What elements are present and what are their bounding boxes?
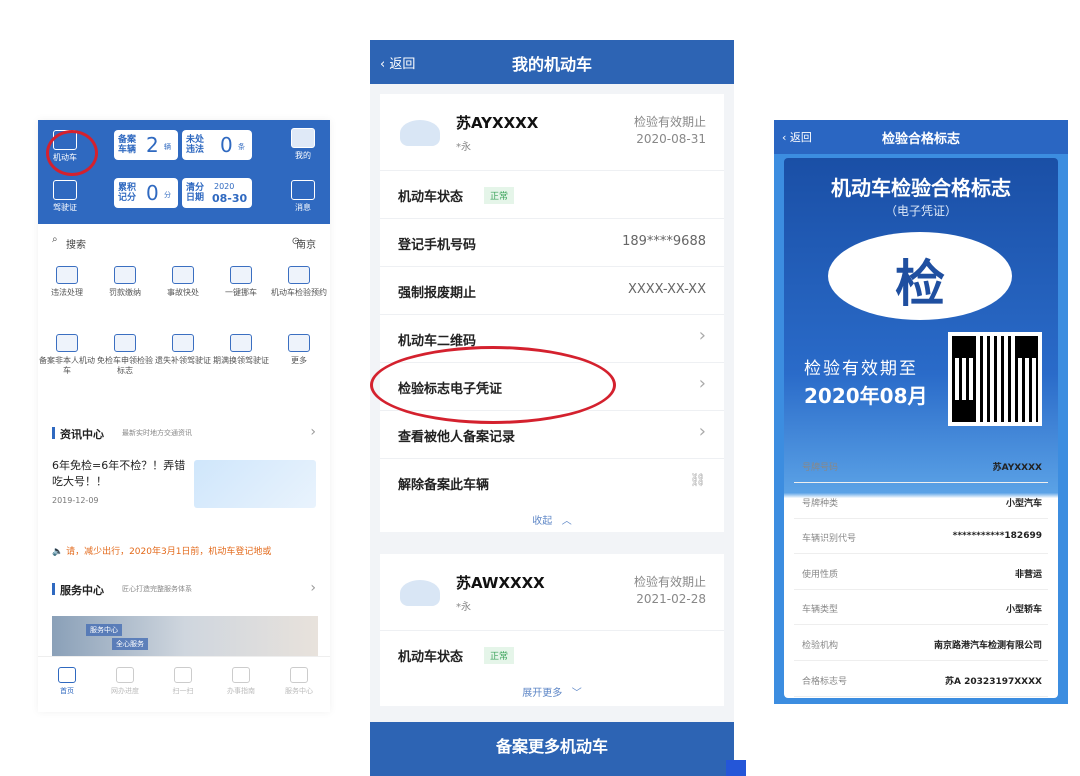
stat-violations[interactable]: 未处 违法 0 条 (182, 130, 252, 160)
grid-item-9[interactable]: 期满换领驾驶证 (212, 334, 270, 366)
grid-item-8[interactable]: 遗失补领驾驶证 (154, 334, 212, 366)
expand-button[interactable]: 展开更多 ﹀ (380, 684, 724, 699)
service-icon (114, 266, 136, 284)
service-icon (56, 266, 78, 284)
row-phone: 登记手机号码 189****9688 (380, 218, 724, 266)
service-icon (172, 334, 194, 352)
certificate-screen: ‹ 返回 检验合格标志 机动车检验合格标志 （电子凭证） 检 检验有效期至 20… (774, 120, 1068, 704)
license-tile[interactable]: 驾驶证 (50, 180, 80, 213)
row-remove-vehicle[interactable]: 解除备案此车辆 ⛓ (380, 458, 724, 506)
info-row: 使用性质 非营运 (794, 555, 1048, 590)
search-icon: ⌕ (52, 234, 58, 245)
valid-until: 检验有效期止 2020-08-31 (633, 115, 706, 146)
grid-item-3[interactable]: 事故快处 (154, 266, 212, 298)
news-headline[interactable]: 6年免检=6年不检？！弄错吃大号！！ (52, 458, 192, 490)
info-row: 车辆类型 小型轿车 (794, 590, 1048, 626)
stat-filed-vehicles[interactable]: 备案 车辆 2 辆 (114, 130, 178, 160)
stat-clear-date[interactable]: 清分 日期 2020 08-30 (182, 178, 252, 208)
service-icon (230, 334, 252, 352)
nav-bar: ‹ 返回 我的机动车 (370, 40, 734, 84)
add-vehicle-button[interactable]: 备案更多机动车 (370, 722, 734, 776)
page-title: 检验合格标志 (881, 132, 960, 147)
tab-bar: 首页 网办进度 扫一扫 办事指南 服务中心 (38, 656, 330, 712)
info-row: 号牌种类 小型汽车 (794, 484, 1048, 519)
info-row: 合格标志号 苏A 20323197XXXX (794, 662, 1048, 697)
tab-icon (174, 667, 192, 683)
chevron-right-icon: › (310, 580, 316, 596)
plate-number: 苏AWXXXX (456, 574, 545, 592)
row-scrap-date: 强制报废期止 XXXX-XX-XX (380, 266, 724, 314)
collapse-button[interactable]: 收起 ︿ (380, 512, 724, 527)
home-header: 机动车 驾驶证 我的 消息 备案 车辆 2 辆 未处 违法 0 条 累积 记分 0 分 (38, 120, 330, 224)
page-title: 我的机动车 (511, 55, 592, 74)
inspection-certificate: 机动车检验合格标志 （电子凭证） 检 检验有效期至 2020年08月 号牌号码苏… (784, 158, 1058, 698)
chevron-right-icon: › (698, 373, 706, 394)
tab-icon (290, 667, 308, 683)
grid-item-4[interactable]: 一键挪车 (212, 266, 270, 298)
news-image[interactable] (194, 460, 316, 508)
tab-3[interactable]: 扫一扫 (154, 667, 212, 696)
grid-item-10[interactable]: 更多 (270, 334, 328, 366)
info-row: 号牌号码 苏AYXXXX (794, 448, 1048, 483)
highlight-circle (370, 346, 616, 424)
service-icon (288, 266, 310, 284)
decorative-square (726, 760, 746, 776)
grid-item-2[interactable]: 罚款缴纳 (96, 266, 154, 298)
news-section-header[interactable]: 资讯中心 最新实时地方交通资讯 › (38, 420, 330, 446)
id-card-icon (53, 180, 77, 200)
info-row: 检验机构 南京路港汽车检测有限公司 (794, 626, 1048, 661)
mine-tile[interactable]: 我的 (290, 128, 316, 161)
service-section-header[interactable]: 服务中心 匠心打造完整服务体系 › (38, 576, 330, 602)
my-vehicles-screen: ‹ 返回 我的机动车 苏AYXXXX *永 检验有效期止 2020-08-31 … (370, 40, 734, 776)
qr-code[interactable] (948, 332, 1042, 426)
stat-points[interactable]: 累积 记分 0 分 (114, 178, 178, 208)
status-badge: 正常 (484, 647, 515, 664)
row-status: 机动车状态 正常 (380, 630, 724, 678)
inspection-emblem: 检 (828, 232, 1012, 320)
highlight-circle (46, 130, 98, 176)
home-screen: 机动车 驾驶证 我的 消息 备案 车辆 2 辆 未处 违法 0 条 累积 记分 0 分 (38, 120, 330, 712)
vehicle-card-1: 苏AYXXXX *永 检验有效期止 2020-08-31 机动车状态 正常 登记… (380, 94, 724, 532)
car-icon (400, 580, 440, 606)
chevron-down-icon: ﹀ (565, 688, 582, 699)
grid-item-1[interactable]: 违法处理 (38, 266, 96, 298)
service-icon (56, 334, 78, 352)
car-icon (400, 120, 440, 146)
chevron-right-icon: › (698, 421, 706, 442)
valid-date: 2020年08月 (804, 384, 928, 408)
tab-icon (58, 667, 76, 683)
status-badge: 正常 (484, 187, 515, 204)
tab-5[interactable]: 服务中心 (270, 667, 328, 696)
info-row: 车辆识别代号 ***********182699 (794, 519, 1048, 555)
speaker-icon: 🔈 (52, 547, 67, 557)
tab-icon (116, 667, 134, 683)
unlink-icon: ⛓ (689, 473, 706, 488)
valid-until: 检验有效期止 2021-02-28 (633, 575, 706, 606)
chevron-right-icon: › (310, 424, 316, 440)
row-status: 机动车状态 正常 (380, 170, 724, 218)
search-bar[interactable]: ⌕ 搜索 ⊙ 南京 (38, 230, 330, 256)
tab-4[interactable]: 办事指南 (212, 667, 270, 696)
tab-icon (232, 667, 250, 683)
service-icon (114, 334, 136, 352)
grid-item-7[interactable]: 免检车申领检验标志 (96, 334, 154, 376)
grid-item-5[interactable]: 机动车检验预约 (270, 266, 328, 298)
user-icon (291, 128, 315, 148)
mail-icon (291, 180, 315, 200)
grid-item-6[interactable]: 备案非本人机动车 (38, 334, 96, 376)
plate-number: 苏AYXXXX (456, 114, 539, 132)
vehicle-card-2: 苏AWXXXX *永 检验有效期止 2021-02-28 机动车状态 正常 展开… (380, 554, 724, 706)
service-icon (172, 266, 194, 284)
service-icon (288, 334, 310, 352)
nav-bar: ‹ 返回 检验合格标志 (774, 120, 1068, 154)
city-selector[interactable]: 南京 (296, 236, 316, 251)
tab-2[interactable]: 网办进度 (96, 667, 154, 696)
news-date: 2019-12-09 (52, 496, 99, 505)
message-tile[interactable]: 消息 (290, 180, 316, 213)
chevron-up-icon: ︿ (555, 516, 572, 527)
tab-1[interactable]: 首页 (38, 667, 96, 696)
notice-ticker[interactable]: 🔈 请，减少出行，2020年3月1日前，机动车登记地或 (52, 544, 318, 557)
chevron-right-icon: › (698, 325, 706, 346)
service-icon (230, 266, 252, 284)
